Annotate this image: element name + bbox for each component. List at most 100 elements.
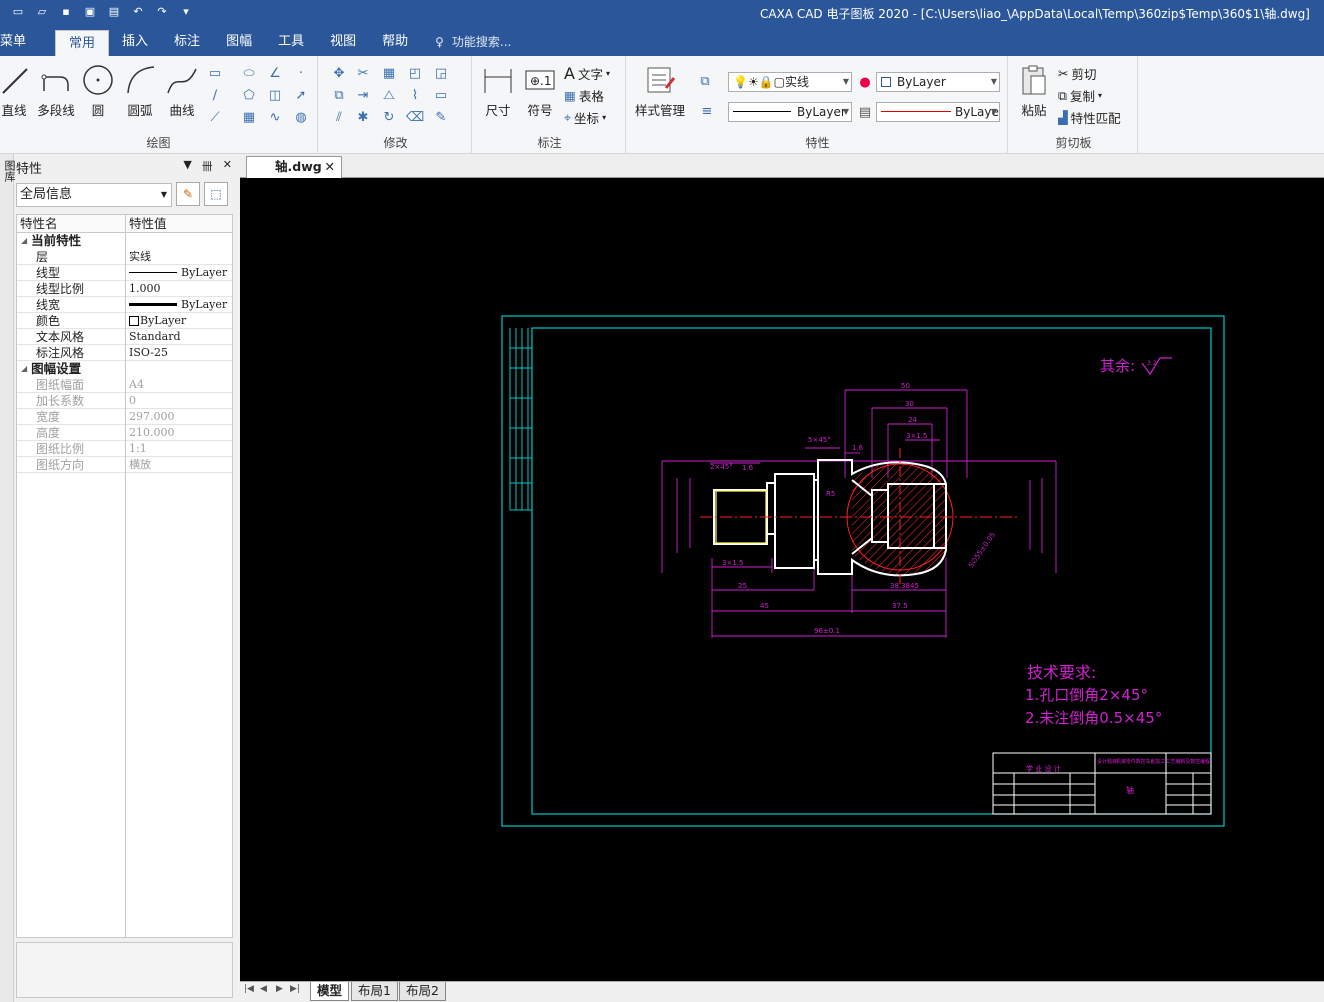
save-as-icon[interactable]: ▣ xyxy=(82,3,98,19)
block-icon[interactable]: ◫ xyxy=(266,86,284,104)
panel-dropdown-icon[interactable]: ▼ xyxy=(183,158,191,174)
trim-icon[interactable]: ✂ xyxy=(354,64,372,82)
circle-button[interactable]: 圆 xyxy=(82,64,114,119)
close-tab-icon[interactable]: ✕ xyxy=(325,157,335,177)
arrow-icon[interactable]: ➚ xyxy=(292,86,310,104)
collapse-icon[interactable]: ◢ xyxy=(21,361,27,377)
centerline-icon[interactable]: ⟋ xyxy=(206,108,224,126)
tab-sheet[interactable]: 图幅 xyxy=(213,28,265,56)
table-button[interactable]: ▦ 表格 xyxy=(564,86,604,105)
tab-view[interactable]: 视图 xyxy=(317,28,369,56)
close-icon[interactable]: ✕ xyxy=(223,158,232,174)
property-value[interactable]: 297.000 xyxy=(126,409,175,424)
offset-icon[interactable]: ⫽ xyxy=(330,108,348,126)
next-layout-icon[interactable]: ▶ xyxy=(276,984,283,994)
save-icon[interactable]: ▪ xyxy=(58,3,74,19)
menu-main[interactable]: 菜单 xyxy=(0,28,39,56)
dimension-button[interactable]: 尺寸 xyxy=(480,64,516,119)
tab-annotate[interactable]: 标注 xyxy=(161,28,213,56)
library-side-tab[interactable]: 图库 xyxy=(0,154,16,1002)
cut-button[interactable]: ✂ 剪切 xyxy=(1058,64,1097,83)
print-icon[interactable]: ▤ xyxy=(106,3,122,19)
move-icon[interactable]: ✥ xyxy=(330,64,348,82)
paste-button[interactable]: 粘贴 xyxy=(1016,64,1052,119)
polyline-button[interactable]: 多段线 xyxy=(36,64,76,119)
tab-tools[interactable]: 工具 xyxy=(265,28,317,56)
color-select[interactable]: ByLayer ▼ xyxy=(876,72,1000,92)
color-wheel-icon[interactable]: ● xyxy=(856,73,874,91)
rotate-icon[interactable]: ↻ xyxy=(380,108,398,126)
property-value[interactable]: 0 xyxy=(126,393,136,408)
property-value[interactable]: ISO-25 xyxy=(126,345,168,360)
region-icon[interactable]: ◍ xyxy=(292,108,310,126)
explode-icon[interactable]: ✱ xyxy=(354,108,372,126)
coordinate-button[interactable]: ⌖ 坐标 ▾ xyxy=(564,108,606,127)
property-value[interactable]: 1.000 xyxy=(126,281,161,296)
pin-icon[interactable]: 卌 xyxy=(202,158,213,174)
rectangle-icon[interactable]: ▭ xyxy=(206,64,224,82)
copy-button[interactable]: ⧉ 复制 ▾ xyxy=(1058,86,1102,105)
erase-icon[interactable]: ⌫ xyxy=(406,108,424,126)
open-file-icon[interactable]: ▱ xyxy=(34,3,50,19)
tab-help[interactable]: 帮助 xyxy=(369,28,421,56)
layout-tab-1[interactable]: 布局1 xyxy=(351,982,398,1001)
style-manager-button[interactable]: 样式管理 xyxy=(632,64,688,119)
document-tab[interactable]: 轴.dwg ✕ xyxy=(246,156,342,178)
roughness-value: 3.2 xyxy=(1147,360,1157,367)
undo-icon[interactable]: ↶ xyxy=(130,3,146,19)
layer-manager-icon[interactable]: ⧉ xyxy=(696,72,714,90)
select-objects-button[interactable]: ⬚ xyxy=(204,182,228,206)
ellipse-icon[interactable]: ⬭ xyxy=(240,64,258,82)
extend-icon[interactable]: ⇥ xyxy=(354,86,372,104)
edit-icon[interactable]: ✎ xyxy=(432,108,450,126)
drawing-canvas[interactable]: 其余: 3.2 技术要求: 1.孔口倒角2×45° 2.未注倒角0.5×45° … xyxy=(240,178,1324,981)
property-value[interactable]: A4 xyxy=(126,377,144,392)
layout-tab-2[interactable]: 布局2 xyxy=(399,982,446,1001)
scope-select[interactable]: 全局信息 ▼ xyxy=(16,183,172,207)
spline-icon[interactable]: ∿ xyxy=(266,108,284,126)
match-properties-button[interactable]: ▟ 特性匹配 xyxy=(1058,108,1121,127)
fillet-icon[interactable]: ◰ xyxy=(406,64,424,82)
property-value[interactable]: ByLayer xyxy=(126,265,227,280)
line-button[interactable]: 直线 xyxy=(0,64,28,119)
lineweight-icon[interactable]: ▤ xyxy=(856,103,874,121)
last-layout-icon[interactable]: ▶| xyxy=(290,984,300,994)
property-value[interactable]: 210.000 xyxy=(126,425,175,440)
qat-dropdown-icon[interactable]: ▾ xyxy=(178,3,194,19)
prev-layout-icon[interactable]: ◀ xyxy=(260,984,267,994)
property-value[interactable]: 1:1 xyxy=(126,441,147,456)
array-icon[interactable]: ▦ xyxy=(380,64,398,82)
property-value[interactable]: 横放 xyxy=(126,457,151,472)
polygon-icon[interactable]: ⬠ xyxy=(240,86,258,104)
angle-line-icon[interactable]: ∠ xyxy=(266,64,284,82)
tab-common[interactable]: 常用 xyxy=(55,30,110,56)
symbol-button[interactable]: ⊕.1 符号 xyxy=(522,64,558,119)
layout-tab-model[interactable]: 模型 xyxy=(310,982,350,1001)
hatch-icon[interactable]: ▦ xyxy=(240,108,258,126)
property-value[interactable]: Standard xyxy=(126,329,181,344)
redo-icon[interactable]: ↷ xyxy=(154,3,170,19)
feature-search[interactable]: ♀ 功能搜索... xyxy=(435,28,511,56)
point-icon[interactable]: · xyxy=(292,64,310,82)
linewidth-menu-icon[interactable]: ≡ xyxy=(698,102,716,120)
tab-insert[interactable]: 插入 xyxy=(109,28,161,56)
stretch-icon[interactable]: ▭ xyxy=(432,86,450,104)
text-button[interactable]: A 文字 ▾ xyxy=(564,64,610,83)
property-value[interactable]: 实线 xyxy=(126,249,151,264)
new-file-icon[interactable]: ▭ xyxy=(10,3,26,19)
break-icon[interactable]: ⌇ xyxy=(406,86,424,104)
layer-select[interactable]: 💡☀🔒▢实线 ▼ xyxy=(728,72,852,92)
property-value[interactable]: ByLayer xyxy=(126,297,227,312)
quick-select-button[interactable]: ✎ xyxy=(176,182,200,206)
arc-button[interactable]: 圆弧 xyxy=(124,64,156,119)
copy-object-icon[interactable]: ⧉ xyxy=(330,86,348,104)
mirror-icon[interactable]: ⧍ xyxy=(380,86,398,104)
linetype-select[interactable]: ByLayer ▼ xyxy=(728,102,852,122)
scale-icon[interactable]: ◲ xyxy=(432,64,450,82)
parallel-line-icon[interactable]: ∕ xyxy=(206,86,224,104)
linewidth-select[interactable]: ByLayer ▼ xyxy=(876,102,1000,122)
first-layout-icon[interactable]: |◀ xyxy=(244,984,254,994)
curve-button[interactable]: 曲线 xyxy=(166,64,198,119)
property-value[interactable]: ByLayer xyxy=(126,313,186,328)
collapse-icon[interactable]: ◢ xyxy=(21,233,27,249)
